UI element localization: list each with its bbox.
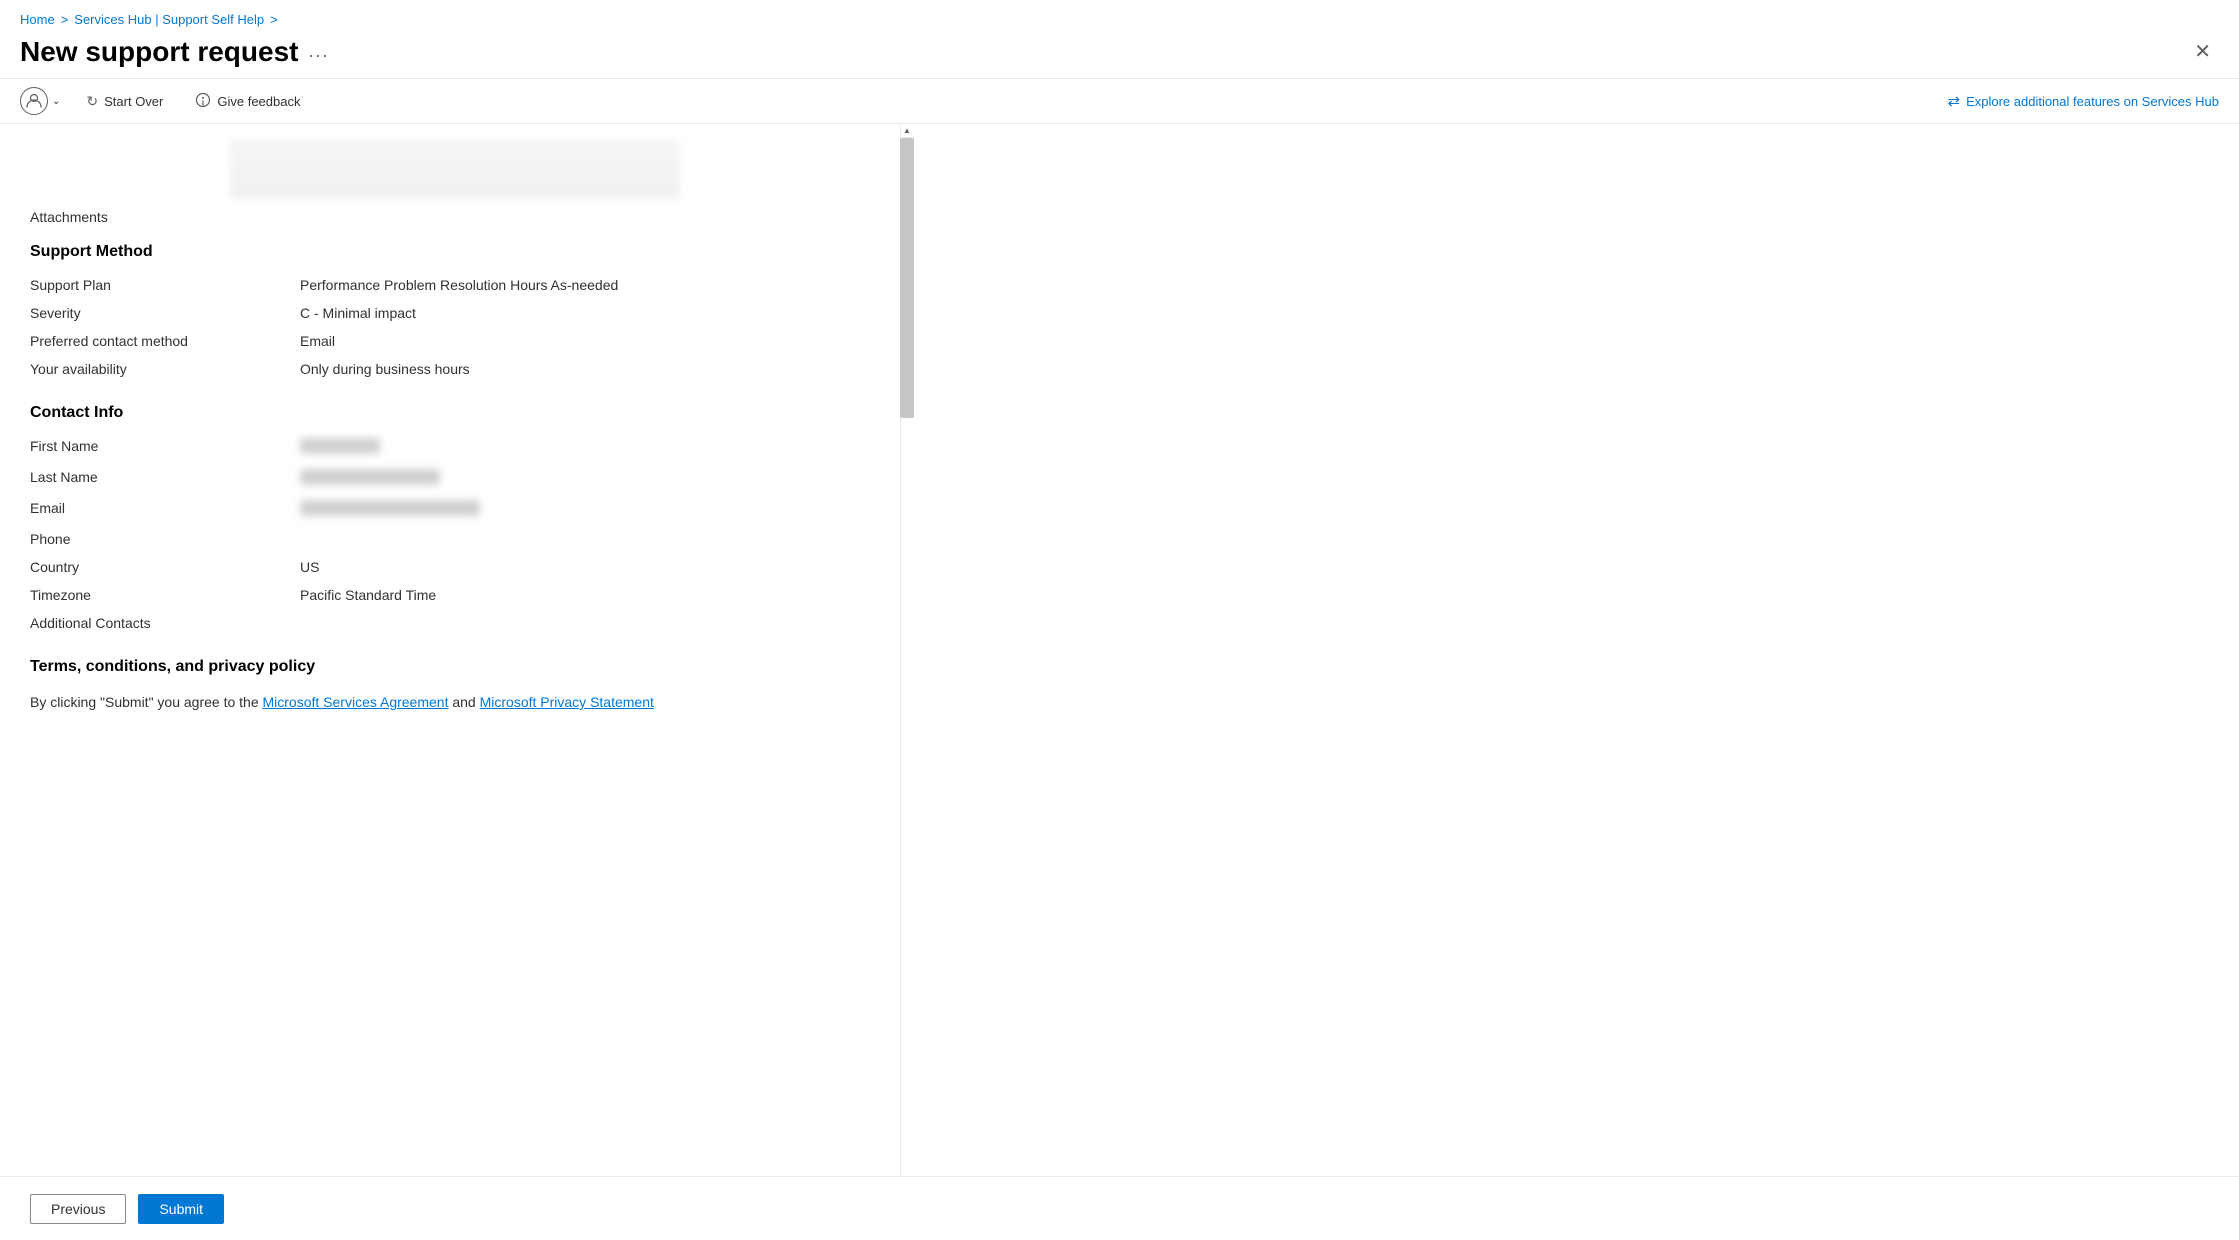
country-label: Country — [30, 559, 300, 575]
email-row: Email — [30, 500, 870, 519]
breadcrumb-home[interactable]: Home — [20, 12, 55, 27]
explore-label: Explore additional features on Services … — [1966, 94, 2219, 109]
toolbar: ⌄ ↻ Start Over Give feedback ⇄ Explore a… — [0, 79, 2239, 124]
blurred-top-content — [230, 139, 680, 199]
last-name-label: Last Name — [30, 469, 300, 485]
terms-conjunction: and — [452, 694, 479, 710]
phone-label: Phone — [30, 531, 300, 547]
first-name-row: First Name — [30, 438, 870, 457]
start-over-button[interactable]: ↻ Start Over — [80, 89, 169, 114]
contact-info-heading: Contact Info — [30, 404, 870, 422]
scrollbar-track[interactable]: ▲ ▼ — [900, 124, 914, 1204]
timezone-label: Timezone — [30, 587, 300, 603]
first-name-label: First Name — [30, 438, 300, 454]
previous-button[interactable]: Previous — [30, 1194, 126, 1224]
availability-value: Only during business hours — [300, 361, 470, 377]
title-row: New support request ... ✕ — [20, 35, 2219, 78]
additional-contacts-row: Additional Contacts — [30, 615, 870, 631]
severity-label: Severity — [30, 305, 300, 321]
scroll-up-button[interactable]: ▲ — [900, 124, 914, 138]
support-plan-value: Performance Problem Resolution Hours As-… — [300, 277, 618, 293]
footer: Previous Submit — [0, 1176, 2239, 1240]
microsoft-privacy-statement-link[interactable]: Microsoft Privacy Statement — [480, 694, 654, 710]
support-plan-label: Support Plan — [30, 277, 300, 293]
breadcrumb-sep1: > — [61, 12, 69, 27]
timezone-row: Timezone Pacific Standard Time — [30, 587, 870, 603]
first-name-value — [300, 438, 380, 457]
contact-method-row: Preferred contact method Email — [30, 333, 870, 349]
scrollbar-thumb[interactable] — [900, 138, 914, 418]
toolbar-left: ⌄ ↻ Start Over Give feedback — [20, 87, 306, 115]
page-header: Home > Services Hub | Support Self Help … — [0, 0, 2239, 79]
timezone-value: Pacific Standard Time — [300, 587, 436, 603]
explore-services-link[interactable]: ⇄ Explore additional features on Service… — [1947, 92, 2219, 110]
submit-button[interactable]: Submit — [138, 1194, 224, 1224]
support-method-heading: Support Method — [30, 243, 870, 261]
last-name-row: Last Name — [30, 469, 870, 488]
page-title-text: New support request — [20, 36, 298, 68]
page-title-ellipsis: ... — [308, 41, 329, 62]
start-over-label: Start Over — [104, 94, 163, 109]
microsoft-services-agreement-link[interactable]: Microsoft Services Agreement — [263, 694, 449, 710]
severity-value: C - Minimal impact — [300, 305, 416, 321]
breadcrumb-sep2: > — [270, 12, 278, 27]
refresh-icon: ↻ — [86, 93, 98, 110]
page-title: New support request ... — [20, 36, 330, 68]
country-row: Country US — [30, 559, 870, 575]
support-plan-row: Support Plan Performance Problem Resolut… — [30, 277, 870, 293]
email-label: Email — [30, 500, 300, 516]
give-feedback-label: Give feedback — [217, 94, 300, 109]
main-content: Attachments Support Method Support Plan … — [0, 124, 2239, 1204]
feedback-icon — [195, 92, 211, 111]
user-icon — [20, 87, 48, 115]
availability-row: Your availability Only during business h… — [30, 361, 870, 377]
first-name-blurred — [300, 438, 380, 454]
email-value — [300, 500, 480, 519]
contact-method-value: Email — [300, 333, 335, 349]
give-feedback-button[interactable]: Give feedback — [189, 88, 306, 115]
terms-intro: By clicking "Submit" you agree to the — [30, 694, 263, 710]
content-area: Attachments Support Method Support Plan … — [0, 124, 900, 1204]
terms-text: By clicking "Submit" you agree to the Mi… — [30, 692, 870, 713]
breadcrumb: Home > Services Hub | Support Self Help … — [20, 12, 2219, 27]
phone-row: Phone — [30, 531, 870, 547]
terms-heading: Terms, conditions, and privacy policy — [30, 658, 870, 676]
close-button[interactable]: ✕ — [2186, 35, 2219, 68]
country-value: US — [300, 559, 319, 575]
user-menu[interactable]: ⌄ — [20, 87, 60, 115]
additional-contacts-label: Additional Contacts — [30, 615, 300, 631]
severity-row: Severity C - Minimal impact — [30, 305, 870, 321]
explore-icon: ⇄ — [1947, 92, 1960, 110]
email-blurred — [300, 500, 480, 516]
attachments-label: Attachments — [30, 209, 870, 225]
chevron-down-icon: ⌄ — [52, 96, 60, 107]
last-name-value — [300, 469, 440, 488]
last-name-blurred — [300, 469, 440, 485]
contact-method-label: Preferred contact method — [30, 333, 300, 349]
breadcrumb-services-hub[interactable]: Services Hub | Support Self Help — [74, 12, 264, 27]
availability-label: Your availability — [30, 361, 300, 377]
